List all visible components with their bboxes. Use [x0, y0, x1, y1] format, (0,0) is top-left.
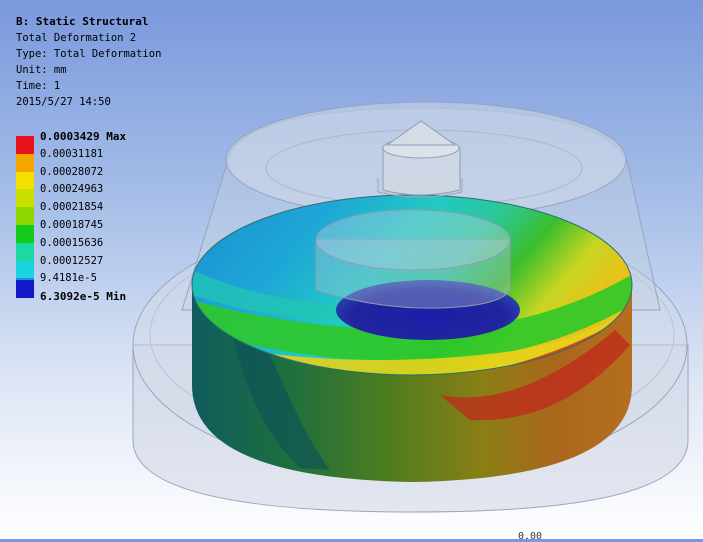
legend-value-label: 0.00012527 [40, 254, 104, 267]
legend-color-swatch [16, 189, 34, 208]
legend-color-swatch [16, 224, 34, 243]
legend-value-label: 0.00015636 [40, 236, 104, 249]
legend-color-swatch [16, 242, 34, 261]
result-name: Total Deformation 2 [16, 32, 137, 44]
legend-color-swatch [16, 260, 34, 279]
legend-value-label: 0.00028072 [40, 165, 104, 178]
legend-color-swatch [16, 171, 34, 190]
legend-color-swatch [16, 136, 34, 154]
legend-value-label: 0.0003429 Max [40, 130, 127, 143]
legend-color-swatch [16, 153, 34, 172]
result-info-panel: B: Static Structural Total Deformation 2… [16, 14, 161, 110]
legend-value-label: 0.00021854 [40, 201, 104, 214]
legend-value-label: 9.4181e-5 [40, 272, 97, 285]
scale-ruler-label: 0.00 [518, 531, 543, 542]
result-date: 2015/5/27 14:50 [16, 96, 111, 108]
legend-value-label: 0.00024963 [40, 183, 104, 196]
result-unit: Unit: mm [16, 64, 67, 76]
legend-color-swatch [16, 207, 34, 226]
legend-color-swatch [16, 280, 34, 299]
legend-value-label: 6.3092e-5 Min [40, 290, 127, 304]
result-time: Time: 1 [16, 80, 61, 92]
analysis-title: B: Static Structural [16, 15, 149, 28]
legend-value-label: 0.00031181 [40, 147, 104, 160]
result-type: Type: Total Deformation [16, 48, 162, 60]
legend-value-label: 0.00018745 [40, 218, 104, 231]
